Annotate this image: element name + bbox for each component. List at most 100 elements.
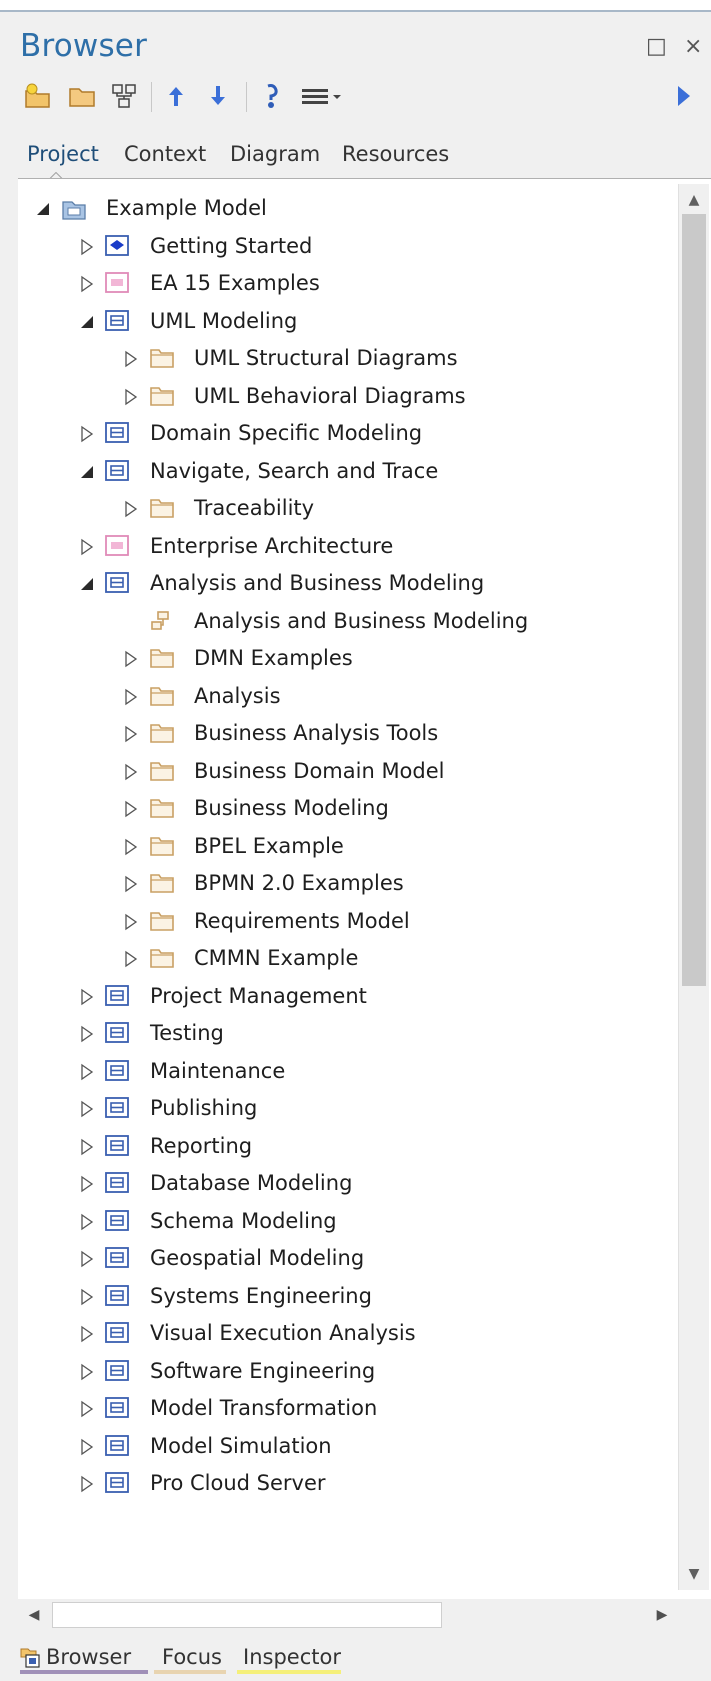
- scrollbar-thumb[interactable]: [682, 214, 706, 986]
- close-button[interactable]: ×: [684, 34, 702, 59]
- tree-item[interactable]: Requirements Model: [122, 904, 682, 940]
- tree-item[interactable]: Software Engineering: [78, 1354, 638, 1390]
- tab-project[interactable]: Project: [27, 142, 99, 166]
- expand-toggle-icon[interactable]: [78, 1287, 96, 1307]
- tree-item[interactable]: Publishing: [78, 1091, 638, 1127]
- tree-item[interactable]: Analysis: [122, 679, 682, 715]
- expand-toggle-icon[interactable]: [122, 387, 140, 407]
- tree-item[interactable]: UML Structural Diagrams: [122, 341, 682, 377]
- tree-item[interactable]: Traceability: [122, 491, 682, 527]
- expand-toggle-icon[interactable]: [78, 1062, 96, 1082]
- expand-toggle-icon[interactable]: [78, 1474, 96, 1494]
- tree-item[interactable]: Maintenance: [78, 1054, 638, 1090]
- expand-toggle-icon[interactable]: [78, 1362, 96, 1382]
- collapse-toggle-icon[interactable]: [34, 199, 52, 219]
- tree-item[interactable]: Enterprise Architecture: [78, 529, 638, 565]
- new-package-button[interactable]: [22, 80, 54, 112]
- horizontal-scrollbar[interactable]: ◀ ▶: [18, 1600, 678, 1630]
- tree-item[interactable]: Business Analysis Tools: [122, 716, 682, 752]
- collapse-toggle-icon[interactable]: [78, 312, 96, 332]
- tree-item[interactable]: UML Modeling: [78, 304, 638, 340]
- tree-item[interactable]: Database Modeling: [78, 1166, 638, 1202]
- scroll-up-arrow[interactable]: ▲: [679, 186, 709, 214]
- pink-package-icon: [105, 534, 129, 557]
- expand-toggle-icon[interactable]: [78, 1099, 96, 1119]
- horizontal-scrollbar-thumb[interactable]: [52, 1602, 442, 1628]
- blue-package-icon: [105, 459, 129, 482]
- tree-item[interactable]: BPEL Example: [122, 829, 682, 865]
- locate-button[interactable]: [256, 80, 288, 112]
- tree-item[interactable]: Business Domain Model: [122, 754, 682, 790]
- expand-toggle-icon[interactable]: [78, 537, 96, 557]
- collapse-toggle-icon[interactable]: [78, 574, 96, 594]
- expand-toggle-icon[interactable]: [122, 874, 140, 894]
- expand-toggle-icon[interactable]: [78, 1437, 96, 1457]
- scroll-right-arrow[interactable]: ▶: [648, 1600, 676, 1630]
- tree-item[interactable]: EA 15 Examples: [78, 266, 638, 302]
- tree-item[interactable]: Domain Specific Modeling: [78, 416, 638, 452]
- expand-toggle-icon[interactable]: [78, 274, 96, 294]
- tree-item[interactable]: Example Model: [34, 191, 594, 227]
- expand-toggle-icon[interactable]: [78, 1399, 96, 1419]
- scroll-down-arrow[interactable]: ▼: [679, 1560, 709, 1588]
- expand-toggle-icon[interactable]: [78, 424, 96, 444]
- tree-item[interactable]: Analysis and Business Modeling: [78, 566, 638, 602]
- tree-item[interactable]: Analysis and Business Modeling: [122, 604, 682, 640]
- hierarchy-button[interactable]: [108, 80, 140, 112]
- maximize-button[interactable]: □: [646, 34, 667, 59]
- expand-toggle-icon[interactable]: [78, 1024, 96, 1044]
- tree-item[interactable]: Reporting: [78, 1129, 638, 1165]
- tree-item[interactable]: Navigate, Search and Trace: [78, 454, 638, 490]
- tree-item[interactable]: Visual Execution Analysis: [78, 1316, 638, 1352]
- scroll-left-arrow[interactable]: ◀: [20, 1600, 48, 1630]
- expand-toggle-icon[interactable]: [78, 987, 96, 1007]
- vertical-scrollbar[interactable]: ▲ ▼: [678, 184, 709, 1590]
- tree-item[interactable]: Getting Started: [78, 229, 638, 265]
- move-up-button[interactable]: [160, 80, 192, 112]
- expand-toggle-icon[interactable]: [78, 237, 96, 257]
- tab-diagram[interactable]: Diagram: [230, 142, 320, 166]
- tree-item[interactable]: Model Transformation: [78, 1391, 638, 1427]
- expand-toggle-icon[interactable]: [122, 687, 140, 707]
- bottom-tab-focus[interactable]: Focus: [154, 1640, 226, 1674]
- expand-toggle-icon[interactable]: [122, 499, 140, 519]
- tree-item[interactable]: UML Behavioral Diagrams: [122, 379, 682, 415]
- menu-button[interactable]: [300, 80, 342, 112]
- tree-item[interactable]: Business Modeling: [122, 791, 682, 827]
- tree-item[interactable]: Project Management: [78, 979, 638, 1015]
- expand-toggle-icon[interactable]: [78, 1324, 96, 1344]
- title-bar: Browser □ ×: [0, 12, 711, 72]
- expand-toggle-icon[interactable]: [78, 1212, 96, 1232]
- tree-item[interactable]: Pro Cloud Server: [78, 1466, 638, 1502]
- expand-toggle-icon[interactable]: [122, 912, 140, 932]
- expand-toggle-icon[interactable]: [122, 762, 140, 782]
- tree-item[interactable]: Testing: [78, 1016, 638, 1052]
- expand-toggle-icon[interactable]: [122, 649, 140, 669]
- tree-item[interactable]: CMMN Example: [122, 941, 682, 977]
- forward-arrow-button[interactable]: [668, 80, 700, 112]
- expand-toggle-icon[interactable]: [122, 349, 140, 369]
- expand-toggle-icon[interactable]: [122, 799, 140, 819]
- bottom-tab-browser[interactable]: Browser: [20, 1640, 148, 1674]
- collapse-toggle-icon[interactable]: [78, 462, 96, 482]
- bottom-tab-inspector[interactable]: Inspector: [237, 1640, 341, 1674]
- tree-item[interactable]: Model Simulation: [78, 1429, 638, 1465]
- expand-toggle-icon[interactable]: [78, 1174, 96, 1194]
- tree-item[interactable]: DMN Examples: [122, 641, 682, 677]
- tree-item[interactable]: BPMN 2.0 Examples: [122, 866, 682, 902]
- expand-toggle-icon[interactable]: [122, 724, 140, 744]
- tree-item[interactable]: Geospatial Modeling: [78, 1241, 638, 1277]
- expand-toggle-icon[interactable]: [78, 1249, 96, 1269]
- project-tree[interactable]: Example Model Getting Started EA 15 Exampl…: [18, 178, 711, 1599]
- expand-toggle-icon[interactable]: [122, 949, 140, 969]
- tab-resources[interactable]: Resources: [342, 142, 449, 166]
- tree-item[interactable]: Schema Modeling: [78, 1204, 638, 1240]
- toolbar: [0, 74, 711, 120]
- open-folder-button[interactable]: [66, 80, 98, 112]
- tab-context[interactable]: Context: [124, 142, 206, 166]
- forward-arrow-icon: [678, 86, 690, 106]
- expand-toggle-icon[interactable]: [122, 837, 140, 857]
- tree-item[interactable]: Systems Engineering: [78, 1279, 638, 1315]
- expand-toggle-icon[interactable]: [78, 1137, 96, 1157]
- move-down-button[interactable]: [202, 80, 234, 112]
